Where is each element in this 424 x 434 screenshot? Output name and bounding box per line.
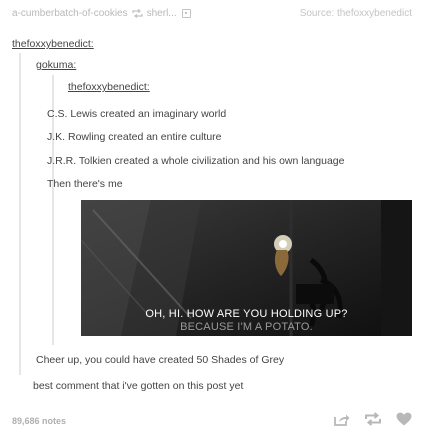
reblogged-from-link[interactable]: a-cumberbatch-of-cookies: [12, 8, 128, 19]
video-subtitle-line2: BECAUSE I'M A POTATO.: [180, 321, 313, 333]
quote-line: C.S. Lewis created an imaginary world: [47, 108, 227, 120]
username-level0[interactable]: thefoxxybenedict:: [12, 38, 94, 50]
post-type-icon: [181, 8, 191, 18]
post-actions: [334, 412, 412, 429]
quote-line: J.K. Rowling created an entire culture: [47, 131, 222, 143]
reply-level1-text: Cheer up, you could have created 50 Shad…: [36, 354, 285, 366]
notes-count[interactable]: 89,686 notes: [12, 416, 66, 426]
source-link[interactable]: Source: thefoxxybenedict: [300, 8, 412, 19]
post-header: a-cumberbatch-of-cookies sherl... Source…: [12, 6, 412, 20]
reblog-via-link[interactable]: sherl...: [147, 8, 177, 19]
quote-line: J.R.R. Tolkien created a whole civilizat…: [47, 155, 345, 167]
video-still-image: OH, HI. HOW ARE YOU HOLDING UP? BECAUSE …: [81, 200, 412, 336]
post-footer: 89,686 notes: [12, 412, 412, 429]
reblog-icon: [131, 8, 143, 18]
username-level2[interactable]: thefoxxybenedict:: [68, 81, 150, 93]
username-level1[interactable]: gokuma:: [36, 59, 76, 71]
reblog-icon[interactable]: [364, 412, 382, 429]
quote-line: Then there's me: [47, 178, 123, 190]
video-subtitle-line1: OH, HI. HOW ARE YOU HOLDING UP?: [145, 308, 348, 320]
reply-level0-text: best comment that i've gotten on this po…: [33, 380, 244, 392]
share-icon[interactable]: [334, 413, 350, 429]
heart-icon[interactable]: [396, 412, 412, 429]
